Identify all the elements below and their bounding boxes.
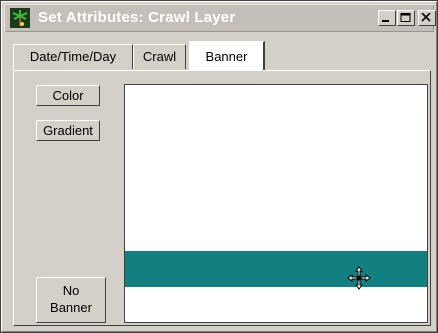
banner-tab-panel: Color Gradient No Banner — [13, 70, 431, 326]
maximize-icon — [400, 13, 411, 22]
dialog-window: Set Attributes: Crawl Layer Date/Time/Da… — [0, 0, 438, 333]
no-banner-label-line1: No — [62, 283, 80, 298]
palm-tree-icon — [10, 8, 30, 28]
banner-preview[interactable] — [124, 84, 428, 323]
close-button[interactable] — [418, 10, 436, 26]
window-title: Set Attributes: Crawl Layer — [38, 9, 236, 26]
maximize-button[interactable] — [397, 10, 415, 26]
gradient-button[interactable]: Gradient — [36, 120, 100, 141]
color-button[interactable]: Color — [36, 85, 100, 106]
no-banner-label-line2: Banner — [50, 300, 92, 315]
title-bar[interactable]: Set Attributes: Crawl Layer — [4, 4, 436, 32]
banner-strip[interactable] — [125, 251, 427, 287]
tab-banner[interactable]: Banner — [189, 41, 265, 71]
move-cursor-icon — [347, 266, 371, 290]
tab-crawl[interactable]: Crawl — [133, 44, 186, 69]
minimize-button[interactable] — [378, 10, 396, 26]
no-banner-button[interactable]: No Banner — [36, 277, 106, 323]
close-icon — [421, 13, 431, 22]
minimize-icon — [382, 20, 389, 22]
tab-date-time-day[interactable]: Date/Time/Day — [13, 44, 133, 69]
